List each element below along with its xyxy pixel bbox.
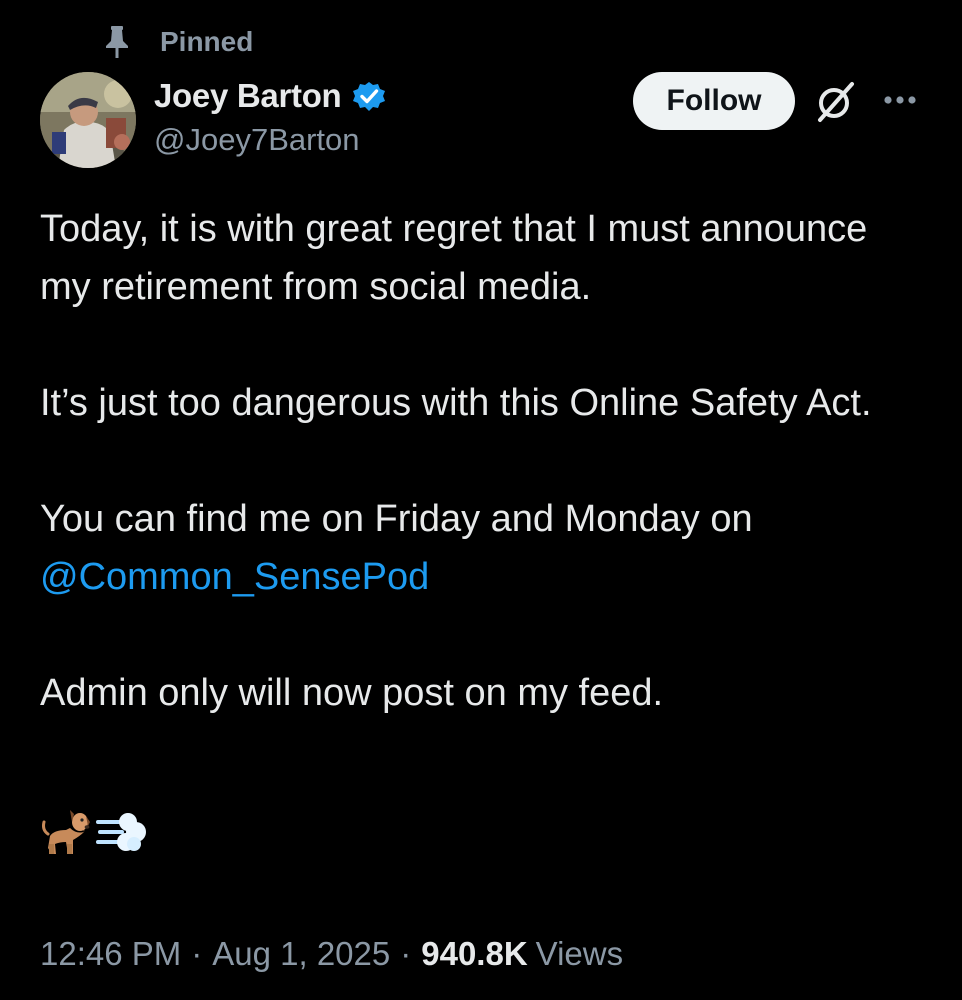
author-name-row: Joey Barton xyxy=(154,74,387,118)
dog-emoji xyxy=(42,810,90,854)
views-count: 940.8K xyxy=(421,935,528,972)
author-handle[interactable]: @Joey7Barton xyxy=(154,122,360,158)
follow-button[interactable]: Follow xyxy=(633,72,795,130)
mention-link[interactable]: @Common_SensePod xyxy=(40,556,429,598)
tweet-date[interactable]: Aug 1, 2025 xyxy=(212,935,390,973)
pinned-indicator: Pinned xyxy=(102,24,253,60)
pin-icon xyxy=(106,26,128,58)
tweet-paragraph: Admin only will now post on my feed. xyxy=(40,672,664,714)
meta-separator: · xyxy=(400,935,412,972)
tweet-paragraph: It’s just too dangerous with this Online… xyxy=(40,382,872,424)
display-name[interactable]: Joey Barton xyxy=(154,77,342,115)
tweet-time[interactable]: 12:46 PM xyxy=(40,935,181,973)
dash-emoji xyxy=(96,813,146,851)
tweet-paragraph: You can find me on Friday and Monday on @… xyxy=(40,490,920,606)
views-label: Views xyxy=(535,935,624,972)
grok-icon[interactable] xyxy=(814,80,858,124)
tweet-body: Today, it is with great regret that I mu… xyxy=(40,200,920,858)
tweet-paragraph: Today, it is with great regret that I mu… xyxy=(40,208,868,308)
avatar-image xyxy=(40,72,136,168)
more-options-icon[interactable] xyxy=(880,88,920,112)
tweet-paragraph-text: You can find me on Friday and Monday on xyxy=(40,498,753,540)
tweet-meta: 12:46 PM · Aug 1, 2025 · 940.8K Views xyxy=(40,930,623,978)
emoji-row xyxy=(40,806,920,858)
meta-separator: · xyxy=(191,935,203,972)
pinned-label: Pinned xyxy=(160,26,254,57)
verified-badge-icon xyxy=(353,82,386,111)
avatar[interactable] xyxy=(40,72,136,168)
